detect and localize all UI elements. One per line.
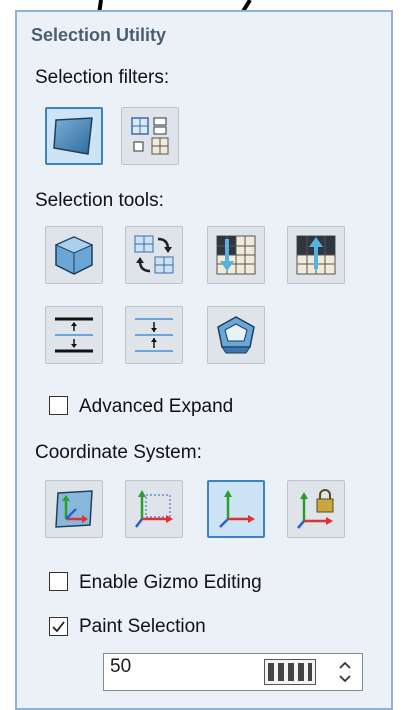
element-filter-button[interactable]	[121, 107, 179, 165]
world-coordinates-button[interactable]	[125, 480, 183, 538]
shrink-selection-button[interactable]	[45, 306, 103, 364]
face-filter-button[interactable]	[45, 107, 103, 165]
world-coordinates-icon	[135, 490, 173, 528]
locked-coordinates-icon	[297, 489, 334, 529]
slider-grip-icon[interactable]	[264, 659, 316, 685]
selection-filters-label: Selection filters:	[35, 67, 170, 88]
swap-selection-button[interactable]	[125, 226, 183, 284]
grow-down-button[interactable]	[207, 226, 265, 284]
select-boundary-button[interactable]	[207, 306, 265, 364]
brush-size-value[interactable]: 50	[110, 656, 131, 678]
local-coordinates-icon	[219, 490, 255, 528]
selection-tools-label: Selection tools:	[35, 190, 164, 211]
select-body-button[interactable]	[45, 226, 103, 284]
grow-up-button[interactable]	[287, 226, 345, 284]
view-coordinates-icon	[55, 490, 93, 528]
brush-size-spinner[interactable]: 50	[103, 653, 363, 691]
enable-gizmo-editing-checkbox[interactable]	[49, 572, 68, 591]
advanced-expand-label: Advanced Expand	[79, 396, 234, 417]
paint-selection-checkbox[interactable]	[49, 617, 68, 636]
panel-title: Selection Utility	[31, 25, 167, 45]
checkmark-icon	[52, 621, 65, 633]
select-body-icon	[54, 236, 94, 275]
grow-up-icon	[296, 235, 336, 275]
coordinate-system-label: Coordinate System:	[35, 442, 202, 463]
expand-selection-icon	[135, 318, 173, 352]
grow-down-icon	[216, 235, 256, 275]
expand-selection-button[interactable]	[125, 306, 183, 364]
selection-utility-panel: Selection Utility Selection filters: Sel…	[15, 10, 393, 710]
locked-coordinates-button[interactable]	[287, 480, 345, 538]
face-filter-icon	[53, 117, 93, 155]
element-filter-icon	[131, 117, 169, 155]
local-coordinates-button[interactable]	[207, 480, 265, 538]
advanced-expand-checkbox[interactable]	[49, 396, 68, 415]
view-coordinates-button[interactable]	[45, 480, 103, 538]
shrink-selection-icon	[55, 317, 93, 353]
paint-selection-label: Paint Selection	[79, 616, 206, 637]
swap-selection-icon	[134, 235, 174, 274]
spinner-arrows-icon[interactable]	[336, 657, 354, 687]
select-boundary-icon	[217, 316, 255, 354]
enable-gizmo-editing-label: Enable Gizmo Editing	[79, 572, 262, 593]
